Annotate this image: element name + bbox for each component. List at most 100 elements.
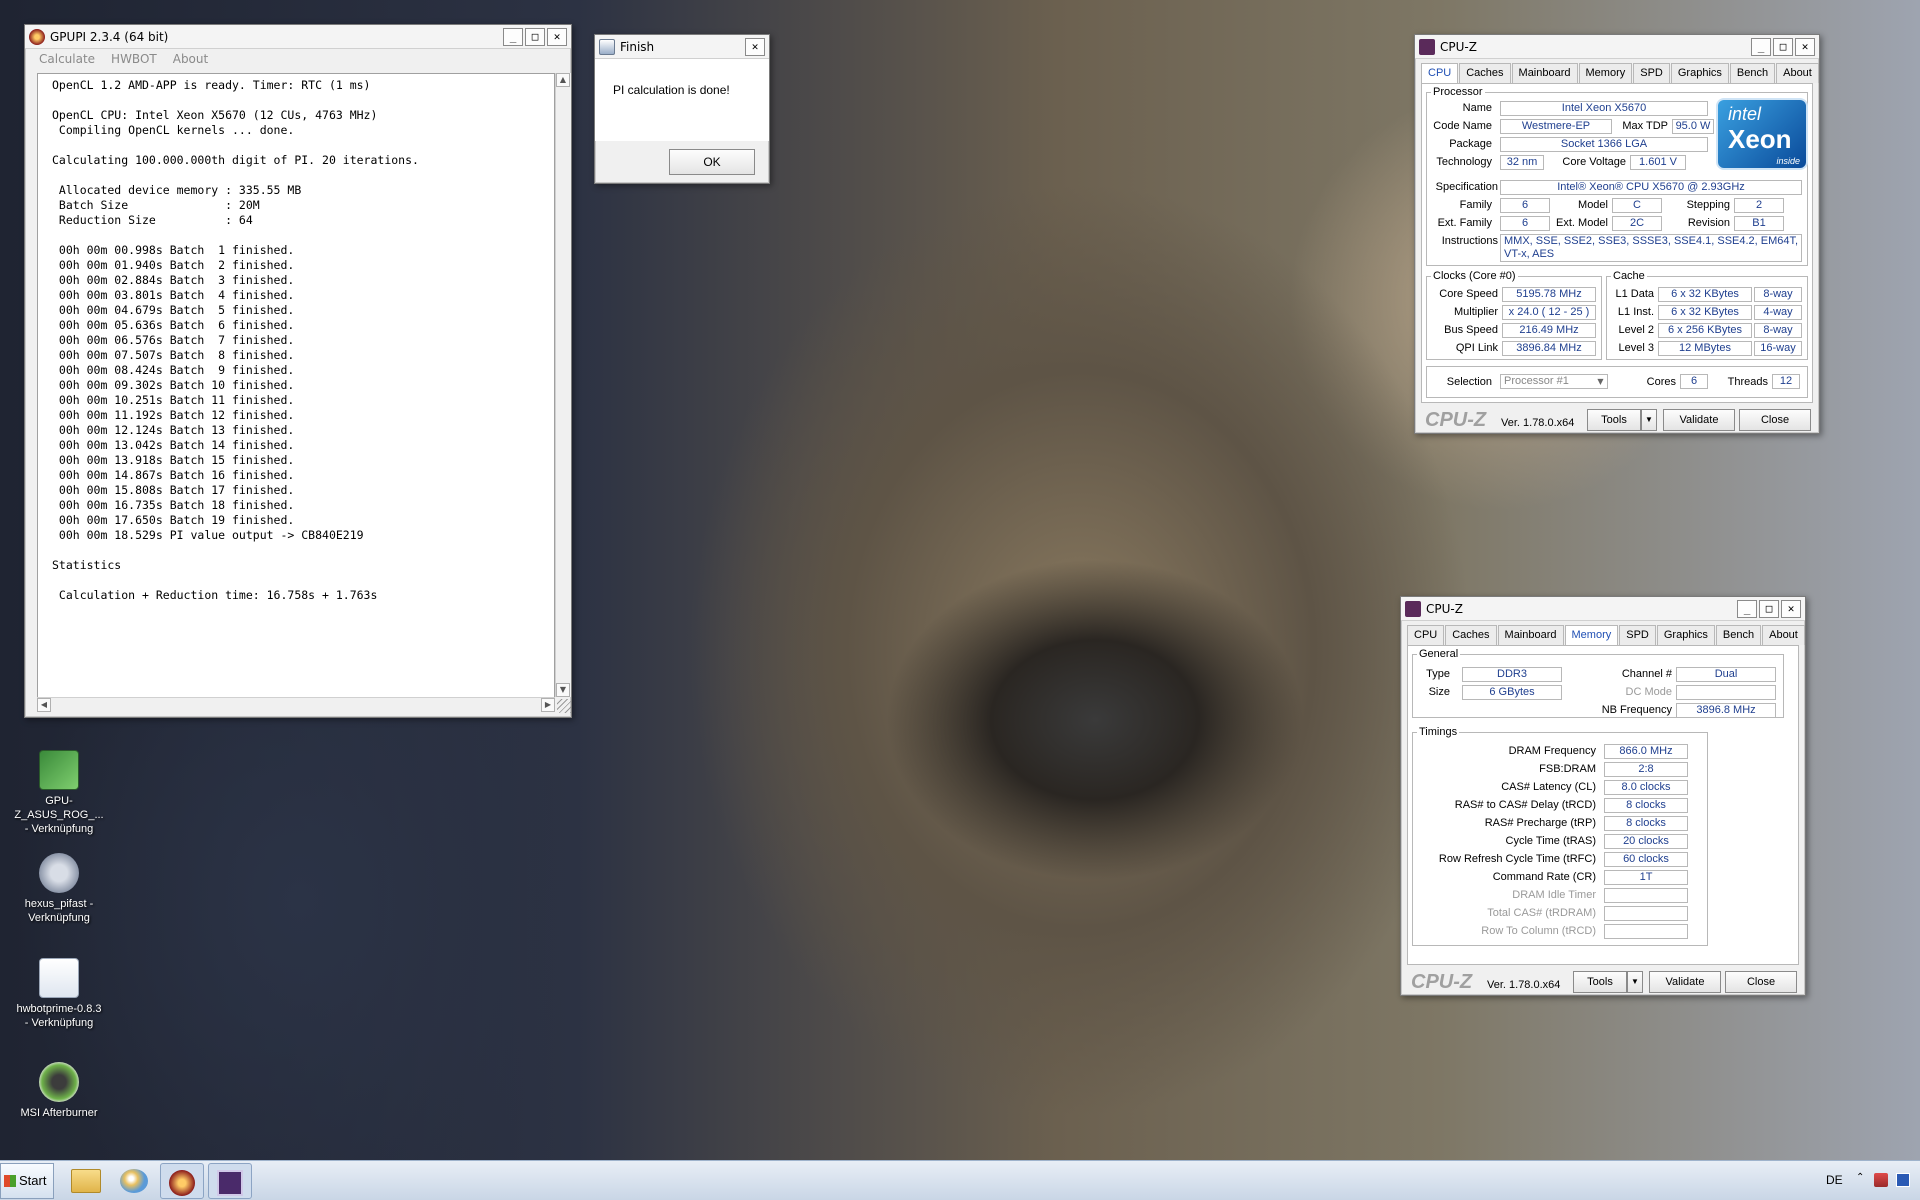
cpuz-memory-window[interactable]: CPU-Z _ □ ✕ CPU Caches Mainboard Memory … bbox=[1400, 596, 1806, 996]
ext-model-label: Ext. Model bbox=[1556, 217, 1608, 229]
tools-dropdown-button[interactable]: ▼ bbox=[1641, 409, 1657, 431]
inside-tag: inside bbox=[1776, 156, 1800, 166]
taskbar-paint[interactable] bbox=[112, 1163, 156, 1199]
finish-titlebar[interactable]: Finish ✕ bbox=[595, 35, 769, 59]
maximize-button[interactable]: □ bbox=[1759, 599, 1779, 618]
tab-memory[interactable]: Memory bbox=[1564, 625, 1619, 645]
scroll-right-arrow[interactable]: ▶ bbox=[541, 698, 555, 712]
tab-graphics[interactable]: Graphics bbox=[1656, 625, 1715, 645]
desktop-icon-hwbotprime[interactable]: hwbotprime-0.8.3 - Verknüpfung bbox=[14, 958, 104, 1030]
specification-label: Specification bbox=[1435, 181, 1498, 193]
close-button[interactable]: ✕ bbox=[745, 37, 765, 56]
cpuz-app-icon bbox=[1405, 600, 1421, 617]
tab-caches[interactable]: Caches bbox=[1459, 63, 1511, 83]
bus-speed-value: 216.49 MHz bbox=[1502, 323, 1596, 338]
close-window-button[interactable]: Close bbox=[1725, 971, 1797, 993]
tools-button[interactable]: Tools bbox=[1587, 409, 1641, 431]
tab-graphics[interactable]: Graphics bbox=[1670, 63, 1729, 83]
code-name-value: Westmere-EP bbox=[1500, 119, 1612, 134]
size-label: Size bbox=[1428, 686, 1450, 698]
start-button[interactable]: Start bbox=[0, 1163, 54, 1199]
tab-about[interactable]: About bbox=[1776, 63, 1819, 83]
revision-label: Revision bbox=[1687, 217, 1730, 229]
selection-label: Selection bbox=[1446, 376, 1492, 388]
tab-bench[interactable]: Bench bbox=[1715, 625, 1762, 645]
taskbar-gpupi[interactable] bbox=[160, 1163, 204, 1199]
chevron-down-icon[interactable]: ▼ bbox=[1594, 375, 1607, 388]
tab-bench[interactable]: Bench bbox=[1729, 63, 1776, 83]
ok-button[interactable]: OK bbox=[669, 149, 755, 175]
desktop-icon-gpuz[interactable]: GPU-Z_ASUS_ROG_... - Verknüpfung bbox=[14, 750, 104, 836]
cpuz-brand: CPU-Z bbox=[1425, 409, 1487, 431]
afterburner-icon bbox=[39, 1062, 79, 1102]
display-icon[interactable] bbox=[1896, 1173, 1910, 1187]
dc-mode-label: DC Mode bbox=[1625, 686, 1672, 698]
timing-value-trfc: 60 clocks bbox=[1604, 852, 1688, 867]
validate-button[interactable]: Validate bbox=[1663, 409, 1735, 431]
cpuz-tabs: CPU Caches Mainboard Memory SPD Graphics… bbox=[1415, 59, 1819, 83]
language-indicator[interactable]: DE bbox=[1826, 1173, 1843, 1187]
l1-data-label: L1 Data bbox=[1615, 288, 1654, 300]
nb-frequency-label: NB Frequency bbox=[1601, 704, 1672, 716]
gpupi-window[interactable]: GPUPI 2.3.4 (64 bit) _ □ ✕ Calculate HWB… bbox=[24, 24, 572, 718]
taskbar-explorer[interactable] bbox=[64, 1163, 108, 1199]
network-icon[interactable] bbox=[1874, 1173, 1888, 1187]
type-value: DDR3 bbox=[1462, 667, 1562, 682]
minimize-button[interactable]: _ bbox=[1751, 37, 1771, 56]
cpuz-titlebar[interactable]: CPU-Z _ □ ✕ bbox=[1415, 35, 1819, 59]
timing-value-command-rate: 1T bbox=[1604, 870, 1688, 885]
l1-data-size: 6 x 32 KBytes bbox=[1658, 287, 1752, 302]
cpuz-cpu-window[interactable]: CPU-Z _ □ ✕ CPU Caches Mainboard Memory … bbox=[1414, 34, 1820, 434]
cpuz-titlebar[interactable]: CPU-Z _ □ ✕ bbox=[1401, 597, 1805, 621]
technology-value: 32 nm bbox=[1500, 155, 1544, 170]
menu-about[interactable]: About bbox=[173, 52, 208, 66]
minimize-button[interactable]: _ bbox=[503, 27, 523, 46]
taskbar-cpuz[interactable] bbox=[208, 1163, 252, 1199]
tab-mainboard[interactable]: Mainboard bbox=[1511, 63, 1578, 83]
tab-spd[interactable]: SPD bbox=[1633, 63, 1670, 83]
max-tdp-label: Max TDP bbox=[1622, 120, 1668, 132]
tray-expand-icon[interactable]: ⌃ bbox=[1856, 1172, 1864, 1183]
processor-select[interactable]: Processor #1 bbox=[1500, 374, 1608, 389]
timing-value-total-cas bbox=[1604, 906, 1688, 921]
scroll-up-arrow[interactable]: ▲ bbox=[556, 73, 570, 87]
qpi-link-label: QPI Link bbox=[1455, 342, 1498, 354]
scroll-left-arrow[interactable]: ◀ bbox=[37, 698, 51, 712]
dialog-title: Finish bbox=[620, 39, 655, 54]
close-window-button[interactable]: Close bbox=[1739, 409, 1811, 431]
resize-grip-icon[interactable] bbox=[557, 699, 571, 713]
menu-hwbot[interactable]: HWBOT bbox=[111, 52, 157, 66]
horizontal-scrollbar[interactable]: ◀ ▶ bbox=[37, 697, 555, 713]
desktop-icon-hexus-pifast[interactable]: hexus_pifast - Verknüpfung bbox=[14, 853, 104, 925]
window-title: CPU-Z bbox=[1426, 601, 1463, 616]
tab-caches[interactable]: Caches bbox=[1445, 625, 1497, 645]
tab-cpu[interactable]: CPU bbox=[1421, 63, 1459, 83]
minimize-button[interactable]: _ bbox=[1737, 599, 1757, 618]
vertical-scrollbar[interactable]: ▲ ▼ bbox=[555, 73, 571, 697]
menu-calculate[interactable]: Calculate bbox=[39, 52, 95, 66]
tab-about[interactable]: About bbox=[1762, 625, 1805, 645]
dc-mode-value bbox=[1676, 685, 1776, 700]
nb-frequency-value: 3896.8 MHz bbox=[1676, 703, 1776, 718]
timings-legend: Timings bbox=[1419, 726, 1458, 738]
close-button[interactable]: ✕ bbox=[1781, 599, 1801, 618]
level-3-label: Level 3 bbox=[1618, 342, 1654, 354]
tools-dropdown-button[interactable]: ▼ bbox=[1627, 971, 1643, 993]
maximize-button[interactable]: □ bbox=[1773, 37, 1793, 56]
scroll-down-arrow[interactable]: ▼ bbox=[556, 683, 570, 697]
tab-mainboard[interactable]: Mainboard bbox=[1497, 625, 1564, 645]
cpuz-version: Ver. 1.78.0.x64 bbox=[1501, 417, 1575, 429]
close-button[interactable]: ✕ bbox=[547, 27, 567, 46]
tab-spd[interactable]: SPD bbox=[1619, 625, 1656, 645]
maximize-button[interactable]: □ bbox=[525, 27, 545, 46]
tab-cpu[interactable]: CPU bbox=[1407, 625, 1445, 645]
gpupi-titlebar[interactable]: GPUPI 2.3.4 (64 bit) _ □ ✕ bbox=[25, 25, 571, 49]
gpupi-icon bbox=[169, 1170, 195, 1196]
desktop-icon-msi-afterburner[interactable]: MSI Afterburner bbox=[14, 1062, 104, 1120]
tools-button[interactable]: Tools bbox=[1573, 971, 1627, 993]
close-button[interactable]: ✕ bbox=[1795, 37, 1815, 56]
finish-dialog[interactable]: Finish ✕ PI calculation is done! OK bbox=[594, 34, 770, 184]
l1-inst-ways: 4-way bbox=[1754, 305, 1802, 320]
tab-memory[interactable]: Memory bbox=[1578, 63, 1633, 83]
validate-button[interactable]: Validate bbox=[1649, 971, 1721, 993]
